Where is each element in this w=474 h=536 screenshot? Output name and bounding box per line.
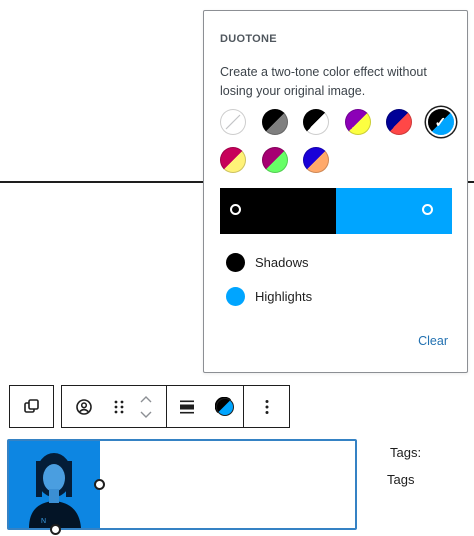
duotone-preset-purple-green[interactable] xyxy=(261,147,288,173)
duotone-preset-blue-red[interactable] xyxy=(386,109,412,135)
shadows-color-dot[interactable] xyxy=(226,253,245,272)
mover-controls xyxy=(132,386,159,427)
avatar-icon xyxy=(76,398,93,415)
block-type-button[interactable] xyxy=(62,386,107,427)
svg-text:N: N xyxy=(41,518,46,525)
transform-icon xyxy=(23,398,39,413)
duotone-button[interactable] xyxy=(206,386,243,427)
duotone-preset-midnight[interactable]: ✓ xyxy=(427,109,454,135)
transform-button[interactable] xyxy=(10,386,53,427)
gradient-highlight-segment[interactable] xyxy=(336,188,452,234)
drag-handle-icon xyxy=(115,400,124,413)
highlights-color-dot[interactable] xyxy=(226,287,245,306)
duotone-gradient-picker[interactable] xyxy=(220,188,452,234)
drag-handle[interactable] xyxy=(107,386,132,427)
align-button[interactable] xyxy=(167,386,206,427)
tags-label: Tags: xyxy=(390,445,422,460)
clear-button[interactable]: Clear xyxy=(418,334,448,348)
toolbar-group-transform xyxy=(9,385,54,428)
move-up-icon[interactable] xyxy=(139,394,153,404)
check-icon: ✓ xyxy=(434,113,447,130)
duotone-popover: DUOTONE Create a two-tone color effect w… xyxy=(203,10,468,373)
highlight-handle[interactable] xyxy=(422,204,433,215)
duotone-preset-blue-orange[interactable] xyxy=(303,147,329,173)
tags-value: Tags xyxy=(387,472,415,487)
image-block[interactable]: N xyxy=(7,439,357,535)
duotone-image: N xyxy=(9,441,100,528)
duotone-preset-purple-yellow[interactable] xyxy=(344,109,371,135)
duotone-preset-magenta-yellow[interactable] xyxy=(220,147,246,173)
block-toolbar xyxy=(61,385,290,428)
align-icon xyxy=(179,400,194,413)
highlights-label: Highlights xyxy=(255,289,313,304)
highlights-option[interactable]: Highlights xyxy=(226,287,312,306)
move-down-icon[interactable] xyxy=(139,410,153,420)
duotone-preset-grayscale[interactable] xyxy=(303,109,329,135)
resize-handle-right[interactable] xyxy=(94,479,105,490)
duotone-title: DUOTONE xyxy=(220,33,277,45)
shadows-label: Shadows xyxy=(255,255,309,270)
gradient-shadow-segment[interactable] xyxy=(220,188,336,234)
more-options-icon xyxy=(265,399,269,414)
resize-handle-bottom[interactable] xyxy=(50,524,61,535)
duotone-icon xyxy=(214,396,234,416)
duotone-preset-dark-grayscale[interactable] xyxy=(261,109,288,135)
duotone-description: Create a two-tone color effect without l… xyxy=(220,65,427,98)
shadow-handle[interactable] xyxy=(230,204,241,215)
shadows-option[interactable]: Shadows xyxy=(226,253,308,272)
more-options-button[interactable] xyxy=(244,386,289,427)
duotone-preset-none[interactable] xyxy=(220,109,246,135)
